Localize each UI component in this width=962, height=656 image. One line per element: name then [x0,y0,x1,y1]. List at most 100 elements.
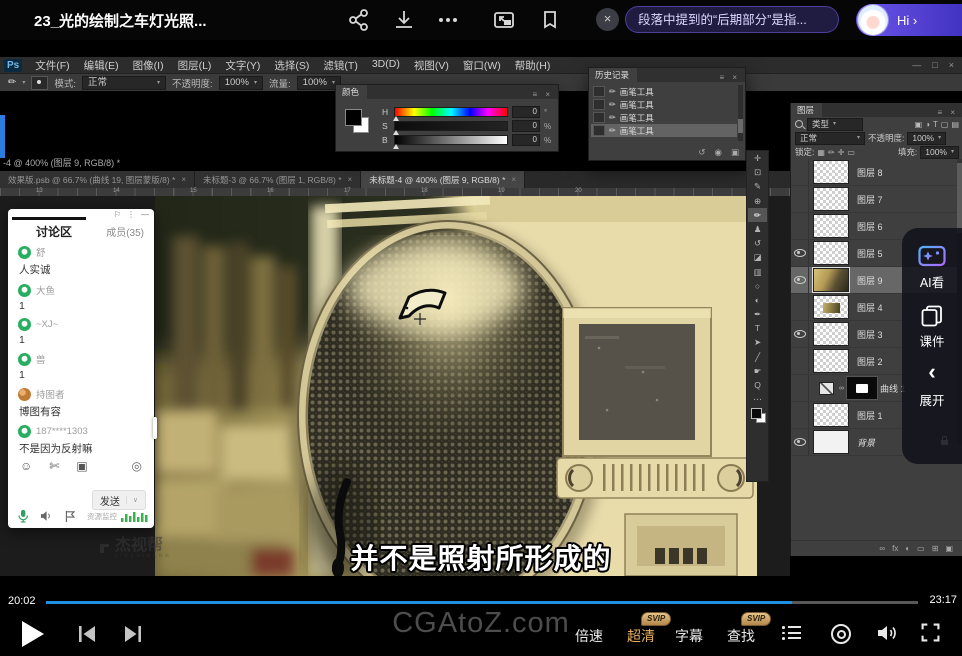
cast-icon[interactable] [538,8,562,32]
history-checkbox[interactable] [593,99,605,110]
visibility-cell[interactable] [791,429,809,455]
more-icon[interactable]: ⋮ [127,210,135,219]
chat-message-list[interactable]: 舒人实诚大鱼1~XJ~1兽1持图者博图有容187****1303不是因为反射嘛1… [8,245,154,459]
volume-icon[interactable] [876,623,898,643]
brush-preset-picker[interactable] [31,76,48,90]
speaker-icon[interactable] [40,510,52,522]
delete-icon[interactable]: ▣ [731,147,739,158]
visibility-cell[interactable] [791,402,809,428]
link-icon[interactable]: ∞ [879,544,885,553]
close-icon[interactable]: × [596,8,619,31]
playlist-icon[interactable] [782,626,801,640]
ps-menu-item-4[interactable]: 图层(L) [171,58,219,73]
previous-episode-button[interactable] [79,626,97,642]
ps-menu-item-5[interactable]: 文字(Y) [218,58,267,73]
tool-icon-8[interactable]: ◪ [748,250,767,264]
color-slider-s[interactable] [394,121,508,131]
tool-icon-12[interactable]: ✒ [748,307,767,321]
collapse-chevron-icon[interactable]: ‹ [928,364,935,380]
ai-watch-label[interactable]: AI看 [920,272,944,291]
ai-watch-icon[interactable] [918,244,946,268]
adjustment-icon[interactable]: ◐ [905,544,910,553]
layer-filter-icon-4[interactable]: ▢ [941,120,949,129]
history-entry-4[interactable]: ✏画笔工具 [591,124,737,137]
history-entry-1[interactable]: ✏画笔工具 [591,85,737,98]
visibility-cell[interactable] [791,348,809,374]
layer-fill-select[interactable]: 100% ▾ [920,146,959,159]
ps-menu-item-10[interactable]: 窗口(W) [456,58,508,73]
cut-icon[interactable]: ✄ [49,459,59,473]
layer-row-1[interactable]: 图层 8 [791,159,957,186]
download-icon[interactable] [392,8,416,32]
document-tab-3[interactable]: 未标题-4 @ 400% (图层 9, RGB/8) *× [361,171,525,188]
tool-icon-10[interactable]: ○ [748,279,767,293]
tool-icon-14[interactable]: ➤ [748,335,767,349]
tool-icon-15[interactable]: ╱ [748,350,767,364]
channel-value[interactable]: 0 [512,120,540,132]
pin-icon[interactable]: ⚐ [114,210,121,219]
tool-icon-18[interactable]: ⋯ [748,392,767,406]
video-stage[interactable]: Ps 文件(F)编辑(E)图像(I)图层(L)文字(Y)选择(S)滤镜(T)3D… [0,40,962,593]
panel-menu-icon[interactable]: ≡ × [532,88,558,99]
chat-settings-icon[interactable]: ◎ [132,459,142,473]
lock-option-icon-4[interactable]: ▭ [847,148,855,157]
ai-question-pill[interactable]: 段落中提到的“后期部分”是指... [625,6,839,33]
visibility-cell[interactable] [791,159,809,185]
document-tab-1[interactable]: 效果版.psb @ 66.7% (曲线 19, 图层蒙版/8) *× [0,171,195,188]
color-slider-b[interactable] [394,135,508,145]
tool-icon-16[interactable]: ☛ [748,364,767,378]
send-options-caret[interactable]: ∨ [126,496,138,504]
tool-icon-13[interactable]: T [748,321,767,335]
tab-close-icon[interactable]: × [348,175,353,184]
subtitle-button[interactable]: 字幕 [675,626,703,646]
layer-filter-icon-3[interactable]: T [933,120,938,129]
fx-icon[interactable]: fx [892,544,898,553]
chevron-down-icon[interactable]: ▾ [22,79,25,86]
layer-filter-select[interactable]: 类型 ▾ [807,118,863,131]
ps-menu-item-1[interactable]: 文件(F) [28,58,76,73]
document-tab-2[interactable]: 未标题-3 @ 66.7% (图层 1, RGB/8) *× [195,171,361,188]
record-icon[interactable] [831,624,851,644]
lock-option-icon-1[interactable]: ▦ [817,148,825,157]
tab-color[interactable]: 颜色 [336,85,367,99]
speed-button[interactable]: 倍速 [575,626,603,646]
tab-layers[interactable]: 图层 [791,103,822,117]
minimize-icon[interactable]: — [912,60,921,70]
opacity-select[interactable]: 100% ▾ [219,76,263,90]
tool-icon-17[interactable]: Q [748,378,767,392]
visibility-cell[interactable] [791,321,809,347]
visibility-cell[interactable] [791,375,809,401]
color-swatches[interactable] [345,109,371,135]
ps-menu-item-6[interactable]: 选择(S) [267,58,316,73]
tool-icon-9[interactable]: ▥ [748,265,767,279]
tool-icon-5[interactable]: ✏ [748,208,767,222]
ps-menu-item-3[interactable]: 图像(I) [126,58,171,73]
next-episode-button[interactable] [123,626,141,642]
history-entry-3[interactable]: ✏画笔工具 [591,111,737,124]
layer-filter-icon-2[interactable]: ◑ [925,120,930,129]
channel-value[interactable]: 0 [512,134,540,146]
snapshot-icon[interactable]: ◉ [715,147,722,158]
visibility-cell[interactable] [791,294,809,320]
play-button[interactable] [22,621,44,647]
layer-filter-icon-1[interactable]: ▣ [915,120,923,129]
ps-menu-item-11[interactable]: 帮助(H) [508,58,558,73]
tool-icon-4[interactable]: ⊕ [748,194,767,208]
panel-menu-icon[interactable]: ≡ × [937,106,962,117]
color-slider-h[interactable] [394,107,508,117]
history-checkbox[interactable] [593,112,605,123]
canvas-image[interactable] [155,196,757,576]
channel-value[interactable]: 0 [512,106,540,118]
tab-close-icon[interactable]: × [181,175,186,184]
history-entry-2[interactable]: ✏画笔工具 [591,98,737,111]
expand-label[interactable]: 展开 [919,390,944,409]
courseware-label[interactable]: 课件 [919,331,944,350]
find-button[interactable]: 查找 [727,626,755,646]
image-icon[interactable]: ▣ [76,459,87,473]
layer-opacity-select[interactable]: 100% ▾ [907,132,946,145]
mask-icon[interactable]: ▭ [917,544,925,553]
seek-bar[interactable] [46,601,918,604]
tool-icon-3[interactable]: ✎ [748,179,767,193]
tool-icon-2[interactable]: ⊡ [748,165,767,179]
chat-scrollbar-thumb[interactable] [153,417,157,439]
